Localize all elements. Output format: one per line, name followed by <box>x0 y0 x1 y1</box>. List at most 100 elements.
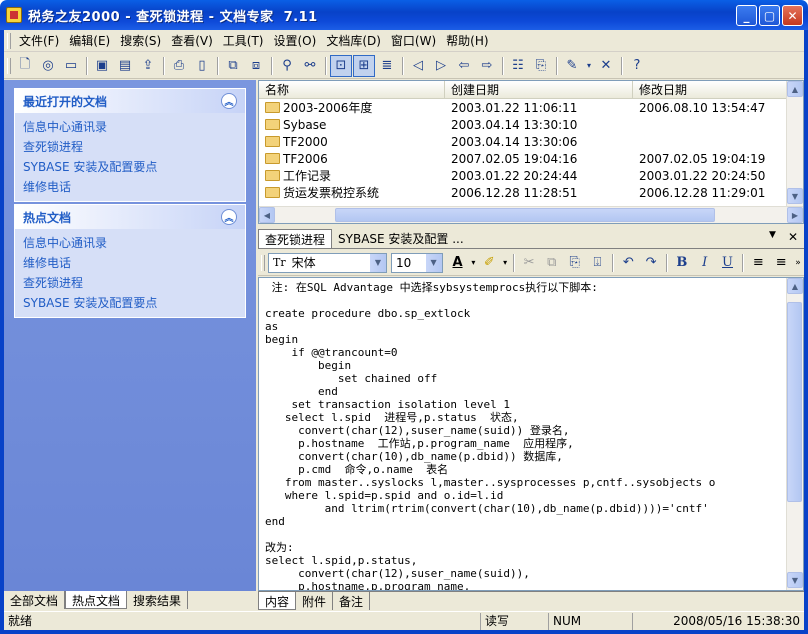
table-row[interactable]: 工作记录 2003.01.22 20:24:44 2003.01.22 20:2… <box>259 167 803 184</box>
forward-icon[interactable]: ⇨ <box>476 55 498 77</box>
tab-attachments[interactable]: 附件 <box>296 592 334 610</box>
vscroll-thumb[interactable] <box>787 302 802 502</box>
next-icon[interactable]: ▷ <box>430 55 452 77</box>
recent-doc-link[interactable]: 维修电话 <box>23 177 245 197</box>
menu-doclib[interactable]: 文档库(D) <box>321 31 386 51</box>
paste-doc-icon[interactable]: ⧈ <box>245 55 267 77</box>
menu-tools[interactable]: 工具(T) <box>218 31 269 51</box>
open-icon[interactable]: ◎ <box>37 55 59 77</box>
zoom-toggle-icon[interactable]: ⊡ <box>330 54 352 77</box>
table-row[interactable]: 2003-2006年度 2003.01.22 11:06:11 2006.08.… <box>259 99 803 116</box>
scroll-left-icon[interactable]: ◀ <box>259 207 275 223</box>
editor-vscroll[interactable]: ▲ ▼ <box>786 278 803 590</box>
hscroll-thumb[interactable] <box>335 208 715 222</box>
scroll-down-icon[interactable]: ▼ <box>787 572 803 588</box>
column-modified[interactable]: 修改日期 <box>633 81 787 98</box>
table-row[interactable]: TF2000 2003.04.14 13:30:06 <box>259 133 803 150</box>
minimize-button[interactable]: _ <box>736 5 757 26</box>
table-row[interactable]: 货运发票税控系统 2006.12.28 11:28:51 2006.12.28 … <box>259 184 803 201</box>
copy-icon[interactable]: ⧉ <box>541 252 563 274</box>
more-icon[interactable]: » <box>793 252 803 274</box>
upload-icon[interactable]: ⇪ <box>137 55 159 77</box>
close-tab-icon[interactable]: ✕ <box>782 229 804 248</box>
recent-docs-header[interactable]: 最近打开的文档 ︽ <box>15 89 245 113</box>
undo-icon[interactable]: ↶ <box>617 252 639 274</box>
tab-doc-sybase[interactable]: SYBASE 安装及配置 ... <box>332 229 470 248</box>
editor-text[interactable]: 注: 在SQL Advantage 中选择sybsystemprocs执行以下脚… <box>265 281 785 590</box>
column-name[interactable]: 名称 <box>259 81 445 98</box>
menu-search[interactable]: 搜索(S) <box>115 31 166 51</box>
chevron-down-icon[interactable]: ▾ <box>501 252 509 274</box>
copy-doc-icon[interactable]: ⧉ <box>222 55 244 77</box>
find-replace-icon[interactable]: ⚯ <box>299 55 321 77</box>
scroll-up-icon[interactable]: ▲ <box>787 81 803 97</box>
font-color-icon[interactable]: A <box>447 252 469 274</box>
save-icon[interactable]: ▣ <box>91 55 113 77</box>
print-preview-icon[interactable]: ▯ <box>191 55 213 77</box>
recent-doc-link[interactable]: 查死锁进程 <box>23 137 245 157</box>
align-left-icon[interactable]: ≡ <box>747 252 769 274</box>
table-row[interactable]: TF2006 2007.02.05 19:04:16 2007.02.05 19… <box>259 150 803 167</box>
document-editor[interactable]: 注: 在SQL Advantage 中选择sybsystemprocs执行以下脚… <box>258 277 804 591</box>
column-created[interactable]: 创建日期 <box>445 81 633 98</box>
menu-window[interactable]: 窗口(W) <box>386 31 441 51</box>
format-paste-icon[interactable]: ⍗ <box>587 252 609 274</box>
chevron-down-icon[interactable]: ▼ <box>425 253 442 272</box>
size-select[interactable]: 10 ▼ <box>391 252 443 273</box>
hot-doc-link[interactable]: 维修电话 <box>23 253 245 273</box>
tab-hot-docs[interactable]: 热点文档 <box>65 591 128 609</box>
properties-icon[interactable]: ☷ <box>507 55 529 77</box>
save-all-icon[interactable]: ▤ <box>114 55 136 77</box>
recent-doc-link[interactable]: SYBASE 安装及配置要点 <box>23 157 245 177</box>
title-bar[interactable]: 税务之友2000 - 查死锁进程 - 文档专家 7.11 _ ▢ ✕ <box>0 0 808 30</box>
chevron-down-icon[interactable]: ▼ <box>370 253 386 272</box>
file-list-hscroll[interactable]: ◀ ▶ <box>259 206 803 223</box>
tab-content[interactable]: 内容 <box>258 592 297 610</box>
scroll-up-icon[interactable]: ▲ <box>787 278 803 294</box>
cut-icon[interactable]: ✂ <box>518 252 540 274</box>
menu-file[interactable]: 文件(F) <box>14 31 64 51</box>
export-icon[interactable]: ≣ <box>376 55 398 77</box>
align-center-icon[interactable]: ≡ <box>770 252 792 274</box>
close-button[interactable]: ✕ <box>782 5 803 26</box>
folder-icon[interactable]: ▭ <box>60 55 82 77</box>
tab-notes[interactable]: 备注 <box>333 592 371 610</box>
tab-all-docs[interactable]: 全部文档 <box>4 591 66 609</box>
pen-icon[interactable]: ✎ <box>561 55 583 77</box>
bold-icon[interactable]: B <box>671 252 693 274</box>
back-icon[interactable]: ⇦ <box>453 55 475 77</box>
help-icon[interactable]: ? <box>626 55 648 77</box>
hot-doc-link[interactable]: 查死锁进程 <box>23 273 245 293</box>
chevron-down-icon[interactable]: ▾ <box>469 252 477 274</box>
file-list-vscroll[interactable]: ▲ ▼ <box>786 81 803 206</box>
redo-icon[interactable]: ↷ <box>640 252 662 274</box>
hot-doc-link[interactable]: SYBASE 安装及配置要点 <box>23 293 245 313</box>
paste-icon[interactable]: ⎘ <box>564 252 586 274</box>
scroll-down-icon[interactable]: ▼ <box>787 188 803 204</box>
prev-icon[interactable]: ◁ <box>407 55 429 77</box>
print-icon[interactable]: ⎙ <box>168 55 190 77</box>
collapse-icon[interactable]: ︽ <box>221 209 237 225</box>
maximize-button[interactable]: ▢ <box>759 5 780 26</box>
dropdown-icon[interactable]: ▾ <box>584 55 594 77</box>
font-select[interactable]: Tr 宋体 ▼ <box>267 252 387 273</box>
delete-x-icon[interactable]: ✕ <box>595 55 617 77</box>
tab-doc-deadlock[interactable]: 查死锁进程 <box>258 229 333 248</box>
zoom-fit-icon[interactable]: ⊞ <box>353 54 375 77</box>
highlight-icon[interactable]: ✐ <box>478 252 500 274</box>
hot-doc-link[interactable]: 信息中心通讯录 <box>23 233 245 253</box>
tab-search-results[interactable]: 搜索结果 <box>127 591 189 609</box>
hot-docs-header[interactable]: 热点文档 ︽ <box>15 205 245 229</box>
menu-edit[interactable]: 编辑(E) <box>64 31 115 51</box>
italic-icon[interactable]: I <box>694 252 716 274</box>
menu-help[interactable]: 帮助(H) <box>441 31 493 51</box>
collapse-icon[interactable]: ︽ <box>221 93 237 109</box>
scroll-right-icon[interactable]: ▶ <box>787 207 803 223</box>
clipboard-icon[interactable]: ⎘ <box>530 55 552 77</box>
find-icon[interactable]: ⚲ <box>276 55 298 77</box>
new-doc-icon[interactable]: 🗋 <box>14 55 36 77</box>
underline-icon[interactable]: U <box>717 252 739 274</box>
table-row[interactable]: Sybase 2003.04.14 13:30:10 <box>259 116 803 133</box>
tab-list-dropdown-icon[interactable]: ▼ <box>763 229 782 248</box>
menu-settings[interactable]: 设置(O) <box>269 31 322 51</box>
